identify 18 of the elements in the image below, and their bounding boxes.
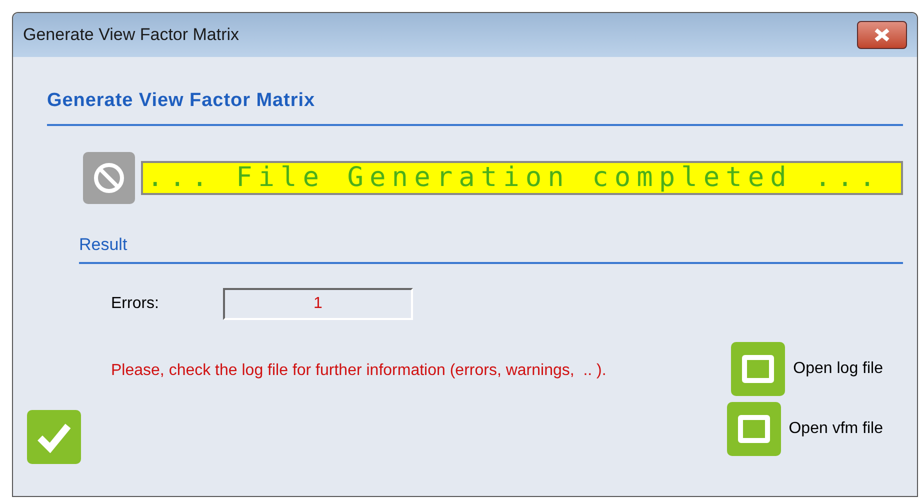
section-title: Generate View Factor Matrix — [47, 89, 316, 113]
confirm-button[interactable] — [27, 410, 81, 464]
stop-button[interactable] — [83, 152, 135, 204]
file-button-label: Open log file — [793, 358, 883, 378]
errors-field: 1 — [223, 288, 413, 320]
file-button[interactable] — [726, 402, 781, 456]
errors-label: Errors: — [111, 294, 160, 314]
prohibited-icon — [92, 160, 126, 194]
file-button-label: Open vfm file — [788, 418, 883, 438]
window-icon — [738, 414, 770, 442]
window-icon — [742, 354, 774, 382]
close-button[interactable] — [857, 21, 907, 49]
file-button[interactable] — [731, 342, 786, 396]
close-icon — [873, 28, 891, 42]
result-title: Result — [79, 234, 128, 254]
status-message: ... File Generation completed ... — [147, 164, 882, 191]
window-title: Generate View Factor Matrix — [23, 24, 240, 46]
info-message: Please, check the log file for further information (errors, warnings, .. ). — [111, 360, 606, 380]
